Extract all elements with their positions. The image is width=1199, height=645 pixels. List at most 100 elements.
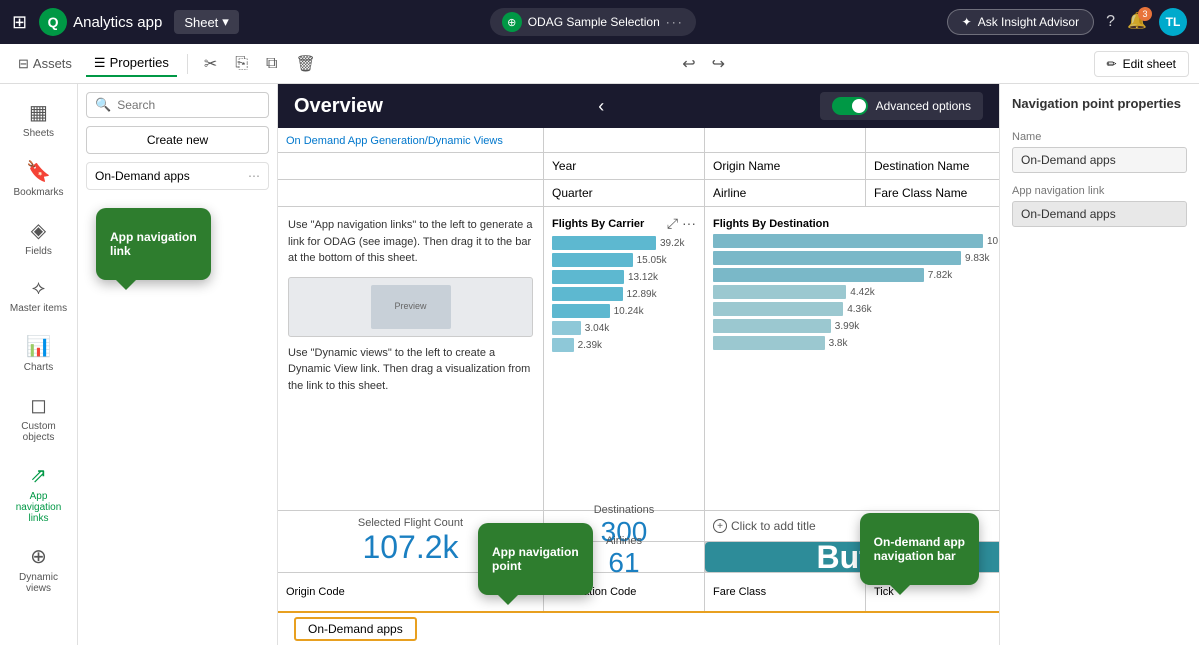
app-nav-link-section: App navigation link: [1012, 185, 1187, 227]
dest-bar-1: 10.54k: [713, 234, 999, 248]
app-name: Analytics app: [73, 14, 162, 31]
back-arrow-icon[interactable]: ‹: [598, 96, 604, 117]
search-box[interactable]: 🔍: [86, 92, 269, 118]
chevron-down-icon: ▾: [222, 14, 229, 30]
nav-bar-item[interactable]: On-Demand apps: [294, 617, 417, 641]
tab-assets[interactable]: ⊟ Assets: [10, 52, 80, 76]
nav-app-item[interactable]: On-Demand apps ⋯: [86, 162, 269, 190]
sidebar-item-custom-objects[interactable]: ◻ Custom objects: [4, 385, 74, 451]
edit-sheet-button[interactable]: ✏ Edit sheet: [1094, 51, 1189, 77]
sidebar-item-sheets[interactable]: ▦ Sheets: [4, 92, 74, 147]
carrier-bar-label-7: 2.39k: [578, 340, 614, 351]
fields-icon: ◈: [31, 218, 46, 243]
name-input[interactable]: [1012, 147, 1187, 173]
carrier-chart-title: Flights By Carrier: [552, 218, 644, 230]
carrier-bar-label-2: 15.05k: [637, 255, 673, 266]
breadcrumb-link[interactable]: On Demand App Generation/Dynamic Views: [286, 135, 503, 147]
dest-bar-2: 9.83k: [713, 251, 999, 265]
name-section: Name: [1012, 131, 1187, 173]
paste-button[interactable]: ⧉: [260, 51, 283, 77]
main-area: ▦ Sheets 🔖 Bookmarks ◈ Fields ⟡ Master i…: [0, 84, 1199, 645]
copy-button[interactable]: ⎘: [229, 51, 254, 77]
dest-bar-4: 4.42k: [713, 285, 999, 299]
dest-bar-fill-5: [713, 302, 843, 316]
year-header[interactable]: Year: [544, 153, 704, 179]
carrier-bar-2: 15.05k: [552, 253, 696, 267]
dots-menu-icon[interactable]: ⋯: [248, 169, 260, 183]
selection-label: ODAG Sample Selection: [528, 15, 660, 29]
dest-bar-label-1: 10.54k: [987, 236, 999, 247]
sidebar-label-master-items: Master items: [10, 303, 67, 314]
app-nav-link-input[interactable]: [1012, 201, 1187, 227]
sidebar-label-app-nav-links: App navigation links: [10, 491, 68, 524]
cell-empty-2: [705, 128, 865, 152]
search-input[interactable]: [117, 98, 260, 112]
delete-button[interactable]: 🗑: [289, 50, 321, 78]
sidebar-item-fields[interactable]: ◈ Fields: [4, 210, 74, 265]
mini-image: Preview: [288, 277, 533, 337]
carrier-bar-rows: 39.2k 15.05k 13.12k 12.89k: [552, 236, 696, 352]
dest-bar-fill-1: [713, 234, 983, 248]
dest-bar-label-6: 3.99k: [835, 321, 871, 332]
sidebar-item-app-nav-links[interactable]: ⇗ App navigation links: [4, 455, 74, 532]
create-new-button[interactable]: Create new: [86, 126, 269, 154]
airline-header[interactable]: Airline: [705, 180, 865, 206]
insight-icon: ✦: [962, 15, 972, 29]
flights-carrier-chart: Flights By Carrier ⤢ ··· 39.2k 15.05k: [544, 207, 704, 510]
sidebar-item-bookmarks[interactable]: 🔖 Bookmarks: [4, 151, 74, 206]
help-icon[interactable]: ?: [1106, 13, 1115, 31]
app-nav-point-callout: App navigation point: [478, 523, 593, 595]
carrier-bar-1: 39.2k: [552, 236, 696, 250]
dest-bar-label-4: 4.42k: [850, 287, 886, 298]
qlik-logo: Q Analytics app: [39, 8, 162, 36]
carrier-bar-fill-2: [552, 253, 633, 267]
advanced-options-toggle[interactable]: Advanced options: [820, 92, 983, 120]
plus-circle-icon: +: [713, 519, 727, 533]
carrier-bar-fill-7: [552, 338, 574, 352]
dest-bar-3: 7.82k: [713, 268, 999, 282]
carrier-bar-fill-1: [552, 236, 656, 250]
cut-button[interactable]: ✂: [198, 50, 223, 78]
dest-chart-header: Flights By Destination: [713, 215, 999, 230]
overview-title: Overview: [294, 95, 383, 118]
carrier-bar-fill-4: [552, 287, 623, 301]
origin-name-header[interactable]: Origin Name: [705, 153, 865, 179]
carrier-chart-expand-icon[interactable]: ⤢ ···: [667, 215, 696, 232]
sheet-dropdown[interactable]: Sheet ▾: [174, 10, 239, 34]
dest-bar-fill-4: [713, 285, 846, 299]
sidebar-label-fields: Fields: [25, 246, 52, 257]
overview-header: Overview ‹ Advanced options: [278, 84, 999, 128]
nav-center: ⊕ ODAG Sample Selection ···: [251, 8, 935, 36]
carrier-bar-label-6: 3.04k: [585, 323, 621, 334]
desc-text-1: Use "App navigation links" to the left t…: [288, 217, 533, 267]
sidebar-item-master-items[interactable]: ⟡ Master items: [4, 269, 74, 322]
dest-bar-label-2: 9.83k: [965, 253, 999, 264]
dest-bar-6: 3.99k: [713, 319, 999, 333]
dest-bar-7: 3.8k: [713, 336, 999, 350]
carrier-bar-3: 13.12k: [552, 270, 696, 284]
grid-icon[interactable]: ⊞: [12, 12, 27, 33]
fare-class-name-header[interactable]: Fare Class Name: [866, 180, 999, 206]
sidebar-label-custom-objects: Custom objects: [10, 421, 68, 443]
bottom-nav-bar: On-Demand apps On-demand app navigation …: [278, 611, 999, 645]
center-content: Overview ‹ Advanced options On Demand Ap…: [278, 84, 999, 645]
more-options-icon[interactable]: ···: [666, 15, 684, 29]
properties-icon: ☰: [94, 55, 106, 71]
redo-button[interactable]: ↪: [706, 50, 731, 78]
sidebar-item-charts[interactable]: 📊 Charts: [4, 326, 74, 381]
nav-properties-panel: Navigation point properties Name App nav…: [999, 84, 1199, 645]
selected-flight-value: 107.2k: [362, 529, 458, 566]
avatar[interactable]: TL: [1159, 8, 1187, 36]
tab-properties[interactable]: ☰ Properties: [86, 51, 177, 77]
quarter-header[interactable]: Quarter: [544, 180, 704, 206]
destination-name-header[interactable]: Destination Name: [866, 153, 999, 179]
sidebar-item-dynamic-views[interactable]: ⊕ Dynamic views: [4, 536, 74, 602]
notification-icon[interactable]: 🔔 3: [1127, 12, 1147, 32]
flights-destination-chart: Flights By Destination 10.54k 9.83k: [705, 207, 999, 510]
cell-left-row2: [278, 153, 543, 179]
toggle-switch[interactable]: [832, 97, 868, 115]
airlines-label: Airlines: [606, 535, 642, 547]
insight-advisor-button[interactable]: ✦ Ask Insight Advisor: [947, 9, 1094, 35]
undo-button[interactable]: ↩: [676, 50, 701, 78]
carrier-bar-fill-3: [552, 270, 624, 284]
